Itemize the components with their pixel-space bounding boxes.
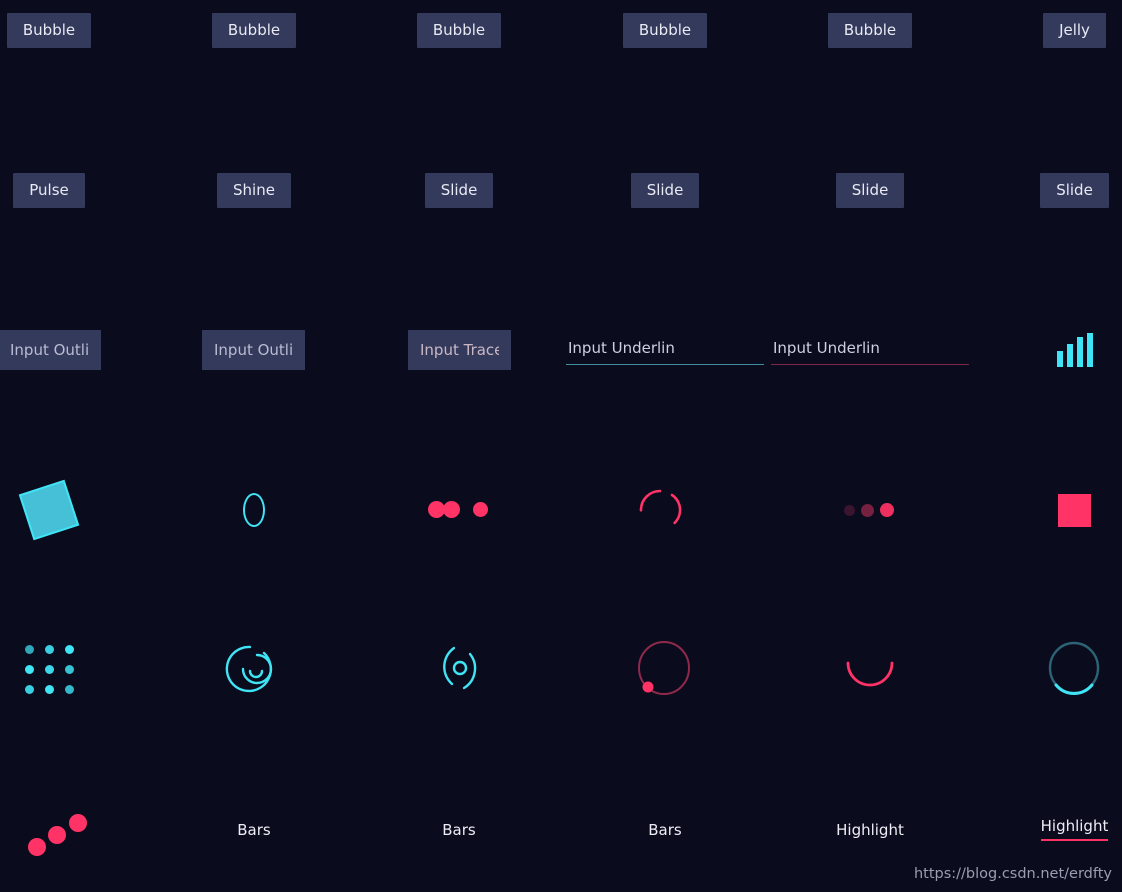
half-arc-pink-loader [846, 661, 894, 687]
bar-2 [1066, 344, 1073, 367]
input-trace[interactable] [408, 330, 511, 370]
nested-arcs-cyan-loader [225, 645, 273, 693]
grid-dot [44, 664, 54, 674]
fade-dot-2 [861, 504, 874, 517]
cell-loader-ellipse-ring [205, 480, 303, 540]
demo-stage: Bubble Bubble Bubble Bubble Bubble Jelly… [0, 0, 1122, 892]
shine-button[interactable]: Shine [217, 172, 291, 208]
ellipse-ring-loader [243, 493, 265, 527]
cell-slide-1: Slide [410, 170, 508, 210]
fade-dot-3 [880, 503, 894, 517]
bar-4 [1086, 333, 1093, 367]
input-outline-2[interactable] [202, 330, 305, 370]
watermark: https://blog.csdn.net/erdfty [913, 866, 1112, 882]
grid-dot [64, 664, 74, 674]
slide-button-1[interactable]: Slide [424, 172, 494, 208]
cell-bubble-2: Bubble [205, 10, 303, 50]
bars-icon [1056, 333, 1093, 367]
cell-bars-label-2: Bars [410, 812, 508, 848]
grid-dot [24, 684, 34, 694]
diagonal-dots-pink-loader [15, 810, 87, 856]
cell-jelly: Jelly [1027, 10, 1122, 50]
diag-dot-3 [69, 813, 87, 832]
cell-bars-label-1: Bars [205, 812, 303, 848]
bubble-button-1[interactable]: Bubble [6, 12, 92, 48]
fade-dot-1 [844, 505, 855, 516]
cell-highlight-label-2: Highlight [1027, 812, 1122, 848]
dot-b [443, 501, 460, 518]
cell-slide-2: Slide [616, 170, 714, 210]
bars-label-2[interactable]: Bars [442, 822, 475, 838]
bubble-button-4[interactable]: Bubble [622, 12, 708, 48]
bubble-button-2[interactable]: Bubble [211, 12, 297, 48]
split-arc-pink-loader [639, 489, 682, 531]
dot-c [473, 502, 488, 517]
slide-button-4[interactable]: Slide [1040, 172, 1109, 208]
grid-dot [64, 684, 74, 694]
cell-loader-three-dots [410, 480, 508, 540]
diag-dot-1 [28, 837, 46, 856]
cell-bars-icon [1027, 328, 1122, 372]
cell-bubble-4: Bubble [616, 10, 714, 50]
orbit-ring-cyan-loader [443, 646, 477, 690]
cell-loader-dot-grid [0, 638, 98, 700]
ring-progress-cyan-loader [1048, 641, 1099, 695]
slide-button-2[interactable]: Slide [630, 172, 700, 208]
bar-3 [1076, 337, 1083, 367]
grid-dot [24, 644, 34, 654]
cell-loader-split-arc [616, 480, 714, 540]
bubble-button-5[interactable]: Bubble [827, 12, 913, 48]
input-underline-2[interactable] [771, 335, 969, 365]
cell-loader-half-arc [821, 638, 919, 700]
grid-dot [24, 664, 34, 674]
cell-highlight-label-1: Highlight [821, 812, 919, 848]
cell-slide-4: Slide [1027, 170, 1122, 210]
cell-loader-rotating-square [0, 479, 98, 541]
slide-button-3[interactable]: Slide [835, 172, 905, 208]
highlight-label-2[interactable]: Highlight [1040, 819, 1109, 841]
bars-label-3[interactable]: Bars [648, 822, 681, 838]
cell-bubble-1: Bubble [0, 10, 98, 50]
cell-loader-diagonal-dots [0, 805, 98, 860]
pulse-button[interactable]: Pulse [13, 172, 85, 208]
grid-dot [44, 644, 54, 654]
cell-bubble-5: Bubble [821, 10, 919, 50]
cell-loader-ring-progress [1027, 638, 1122, 700]
circle-dot-pink-loader [638, 641, 690, 695]
input-outline-1[interactable] [0, 330, 101, 370]
cell-input-trace [406, 330, 513, 370]
cell-input-underline-1 [566, 331, 764, 369]
bubble-button-3[interactable]: Bubble [416, 12, 502, 48]
dot-grid-loader [24, 644, 74, 694]
solid-square-pink-loader [1058, 493, 1091, 527]
cell-loader-circle-dot [616, 638, 714, 700]
bar-1 [1056, 351, 1063, 367]
cell-input-outline-2 [200, 330, 307, 370]
fading-dots-pink-loader [844, 500, 896, 520]
bars-label-1[interactable]: Bars [237, 822, 270, 838]
cell-pulse: Pulse [0, 170, 98, 210]
cell-input-outline-1 [0, 330, 103, 370]
jelly-button[interactable]: Jelly [1043, 12, 1106, 48]
grid-dot [64, 644, 74, 654]
three-dots-pink-loader [424, 500, 494, 520]
rotating-square-loader [18, 479, 80, 541]
cell-loader-solid-square [1027, 480, 1122, 540]
highlight-label-1[interactable]: Highlight [836, 822, 904, 838]
grid-dot [44, 684, 54, 694]
cell-loader-fading-dots [821, 480, 919, 540]
cell-bars-label-3: Bars [616, 812, 714, 848]
diag-dot-2 [48, 825, 66, 844]
cell-loader-nested-arcs [205, 638, 303, 700]
cell-bubble-3: Bubble [410, 10, 508, 50]
cell-shine: Shine [205, 170, 303, 210]
cell-input-underline-2 [771, 331, 969, 369]
cell-loader-orbit-ring [410, 638, 508, 700]
cell-slide-3: Slide [821, 170, 919, 210]
input-underline-1[interactable] [566, 335, 764, 365]
